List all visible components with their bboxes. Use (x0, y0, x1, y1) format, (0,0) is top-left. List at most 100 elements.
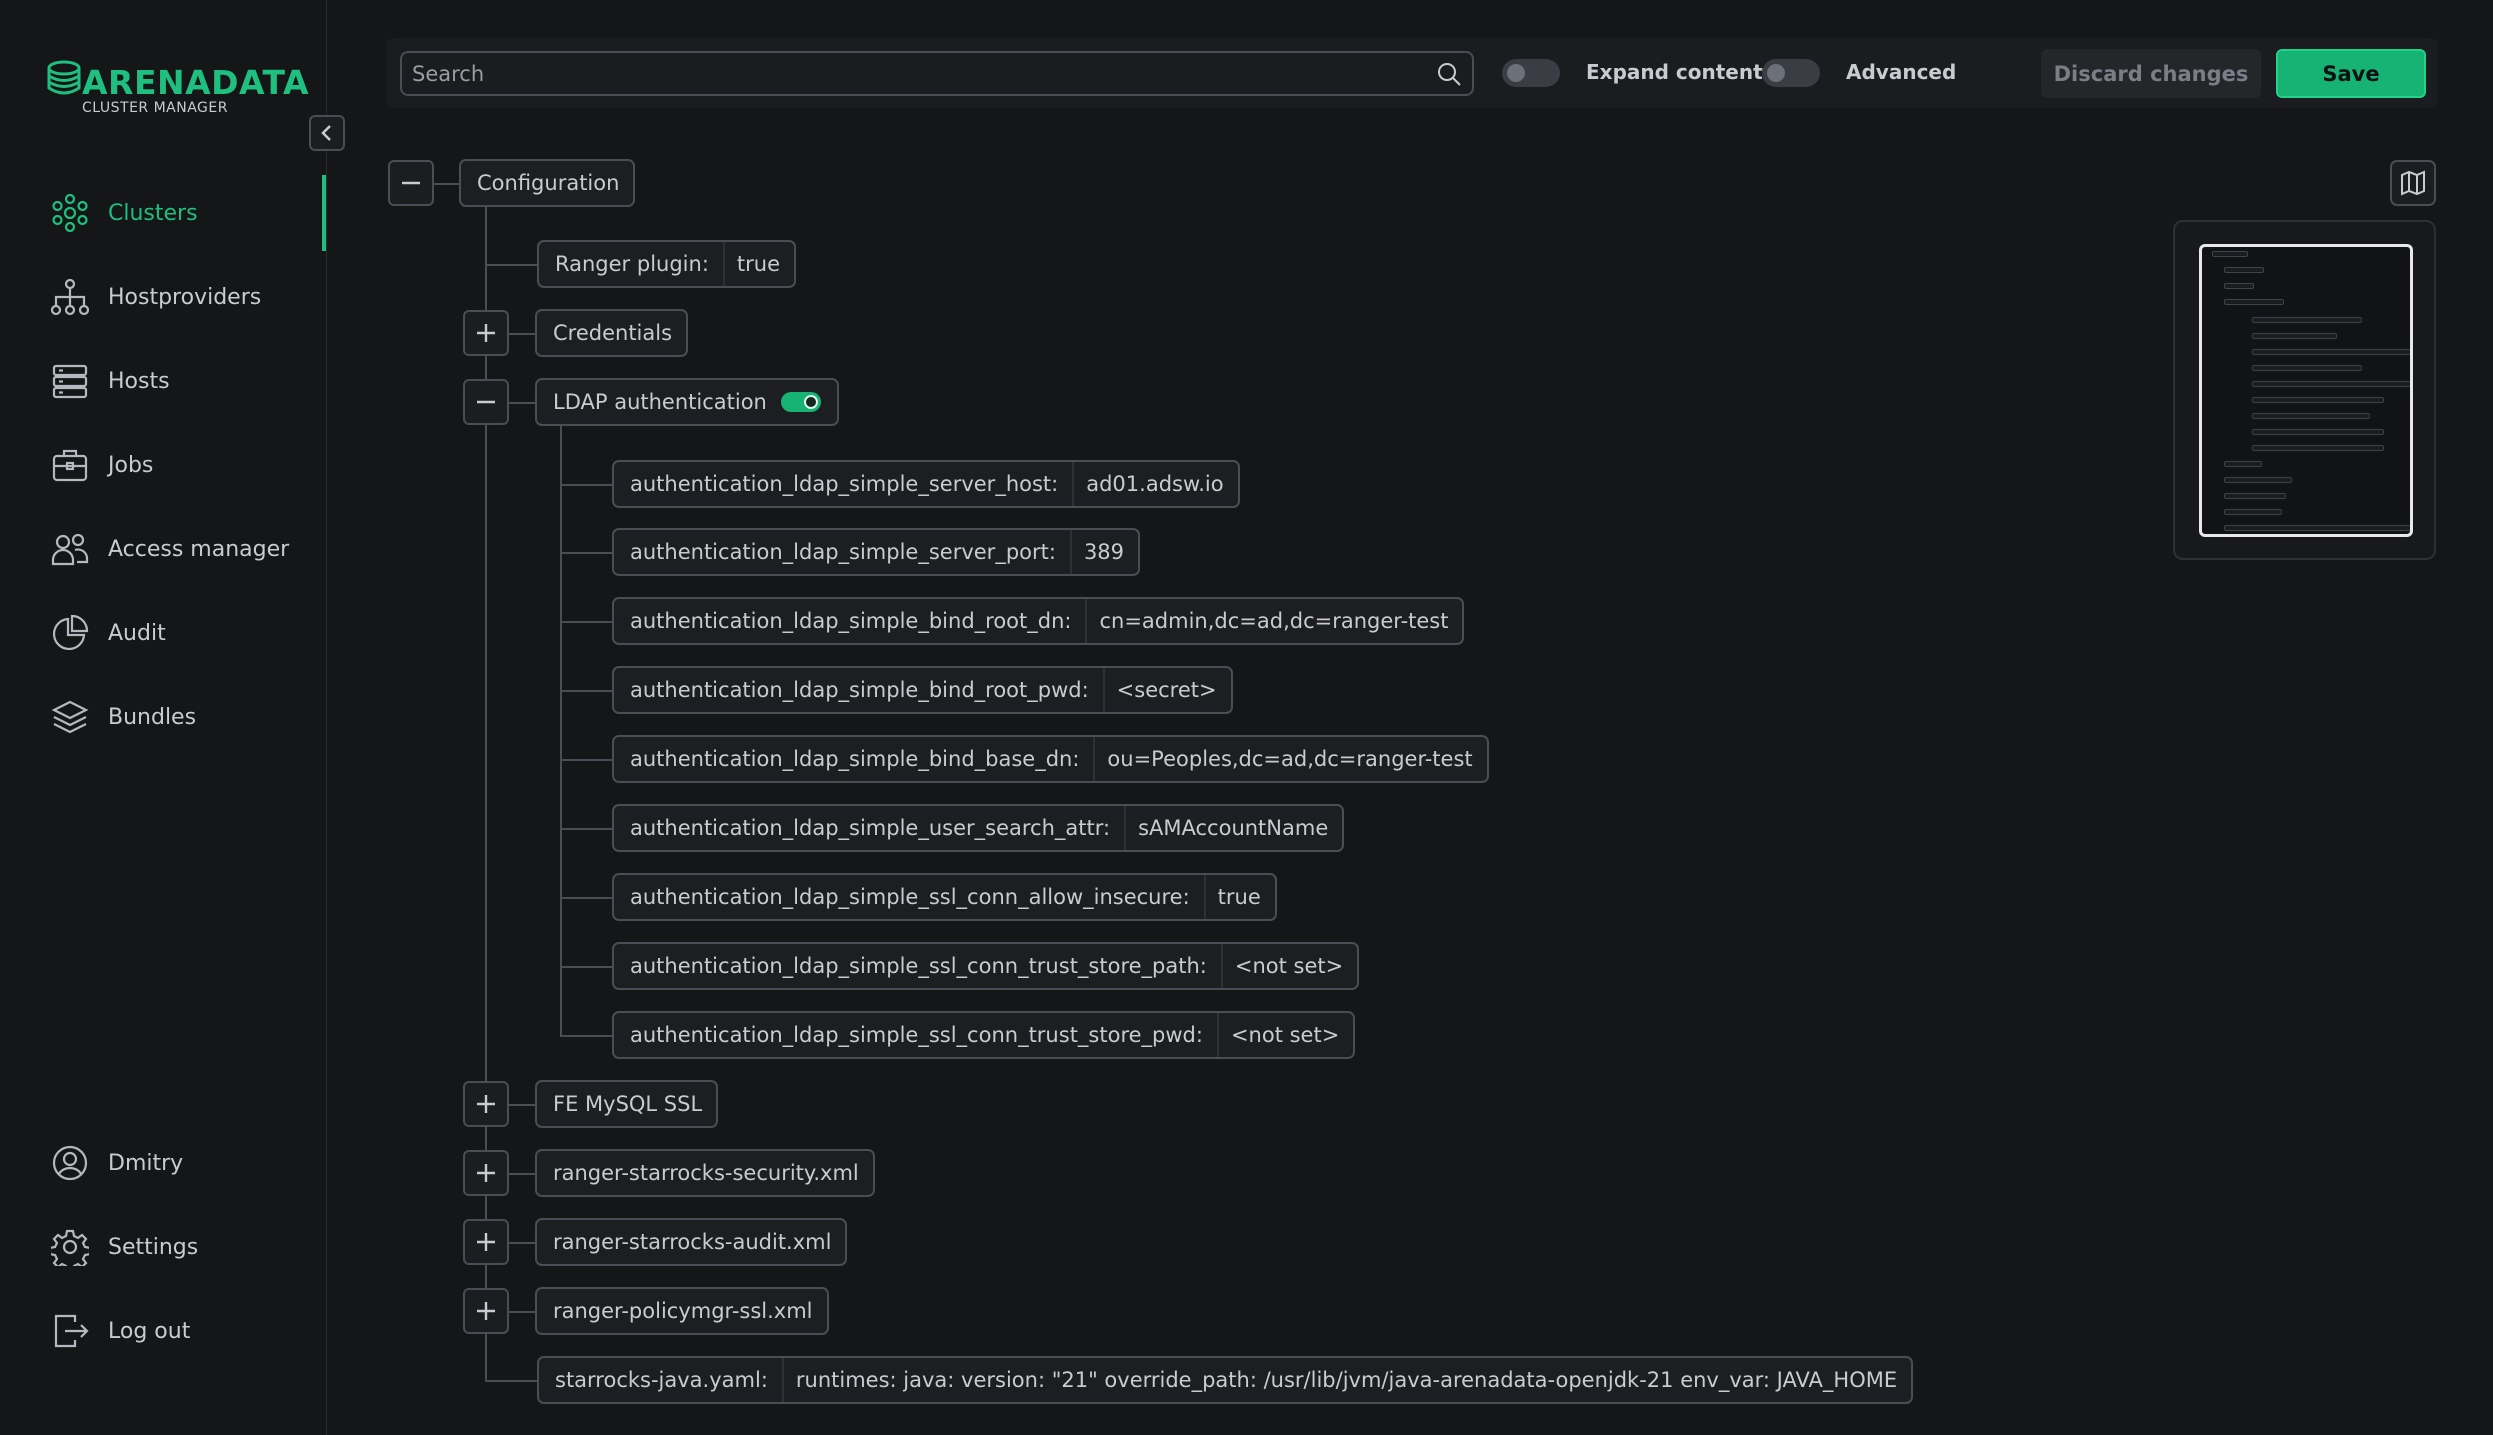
minimap-node (2252, 397, 2384, 403)
connector (560, 759, 614, 761)
minimap-node (2224, 267, 2264, 273)
node-ranger-starrocks-security[interactable]: ranger-starrocks-security.xml (535, 1149, 875, 1197)
minimap-node (2252, 365, 2362, 371)
expand-credentials-button[interactable] (463, 310, 509, 356)
expand-content-toggle[interactable] (1502, 59, 1560, 87)
hostproviders-icon (50, 277, 90, 317)
field-ldap-bind-root-pwd[interactable]: authentication_ldap_simple_bind_root_pwd… (612, 666, 1233, 714)
nav-label-audit: Audit (108, 620, 166, 646)
nav-label-logout: Log out (108, 1318, 191, 1344)
node-fe-mysql-ssl[interactable]: FE MySQL SSL (535, 1080, 719, 1128)
discard-changes-button[interactable]: Discard changes (2041, 49, 2261, 98)
field-ldap-server-port[interactable]: authentication_ldap_simple_server_port: … (612, 528, 1141, 576)
connector (509, 402, 537, 404)
toggle-knob (803, 395, 818, 409)
node-credentials[interactable]: Credentials (535, 309, 689, 357)
field-ldap-bind-base-dn[interactable]: authentication_ldap_simple_bind_base_dn:… (612, 735, 1489, 783)
expand-ranger-policymgr-button[interactable] (463, 1288, 509, 1334)
audit-icon (50, 613, 90, 653)
connector (434, 183, 460, 185)
field-ldap-ssl-trust-store-path[interactable]: authentication_ldap_simple_ssl_conn_trus… (612, 942, 1360, 990)
ldap-enabled-toggle[interactable] (780, 392, 821, 412)
nav-item-bundles[interactable]: Bundles (50, 697, 196, 737)
node-label: Credentials (553, 321, 673, 345)
field-value: sAMAccountName (1124, 806, 1342, 850)
field-ldap-ssl-allow-insecure[interactable]: authentication_ldap_simple_ssl_conn_allo… (612, 873, 1277, 921)
nav-item-audit[interactable]: Audit (50, 613, 166, 653)
bundles-icon (50, 697, 90, 737)
field-ldap-ssl-trust-store-pwd[interactable]: authentication_ldap_simple_ssl_conn_trus… (612, 1011, 1356, 1059)
connector (560, 484, 614, 486)
minimap-node (2252, 429, 2384, 435)
minimap (2173, 220, 2436, 560)
field-ldap-server-host[interactable]: authentication_ldap_simple_server_host: … (612, 460, 1240, 508)
nav-label-user: Dmitry (108, 1150, 184, 1176)
field-value: cn=admin,dc=ad,dc=ranger-test (1085, 599, 1462, 643)
field-value: ad01.adsw.io (1072, 462, 1237, 506)
field-key: authentication_ldap_simple_bind_base_dn: (630, 747, 1080, 771)
node-ldap-authentication[interactable]: LDAP authentication (535, 378, 839, 426)
plus-icon (477, 1233, 495, 1251)
chevron-left-icon (321, 125, 331, 141)
minimap-node (2252, 349, 2410, 355)
nav-item-hosts[interactable]: Hosts (50, 361, 170, 401)
advanced-label: Advanced (1846, 60, 1957, 84)
collapse-configuration-button[interactable] (388, 160, 434, 206)
node-label: Configuration (477, 171, 620, 195)
node-ranger-starrocks-audit[interactable]: ranger-starrocks-audit.xml (535, 1218, 848, 1266)
field-ldap-bind-root-dn[interactable]: authentication_ldap_simple_bind_root_dn:… (612, 597, 1465, 645)
nav-item-jobs[interactable]: Jobs (50, 445, 153, 485)
save-button[interactable]: Save (2276, 49, 2426, 98)
collapse-sidebar-button[interactable] (309, 115, 345, 151)
nav-label-settings: Settings (108, 1234, 199, 1260)
minimap-node (2252, 413, 2370, 419)
toolbar: Expand content Advanced Discard changes … (386, 38, 2438, 108)
search-input[interactable] (412, 53, 1412, 94)
nav-item-logout[interactable]: Log out (50, 1311, 190, 1351)
nav-label-bundles: Bundles (108, 704, 197, 730)
field-key: authentication_ldap_simple_bind_root_pwd… (630, 678, 1089, 702)
expand-ranger-security-button[interactable] (463, 1150, 509, 1196)
search-icon[interactable] (1436, 61, 1462, 87)
collapse-ldap-button[interactable] (463, 379, 509, 425)
nav-label-hostproviders: Hostproviders (108, 284, 262, 310)
minimap-node (2224, 477, 2292, 483)
minimap-toggle-button[interactable] (2390, 160, 2436, 206)
nav-item-user[interactable]: Dmitry (50, 1143, 183, 1183)
toggle-knob (1767, 64, 1785, 82)
minimap-node (2252, 317, 2362, 323)
expand-ranger-audit-button[interactable] (463, 1219, 509, 1265)
connector (560, 426, 562, 1036)
app-logo[interactable]: ARENADATA CLUSTER MANAGER (46, 60, 309, 120)
field-key: authentication_ldap_simple_server_port: (630, 540, 1056, 564)
user-icon (50, 1143, 90, 1183)
field-value: true (722, 242, 794, 286)
advanced-toggle[interactable] (1762, 59, 1820, 87)
search-box (400, 51, 1474, 96)
field-key: authentication_ldap_simple_bind_root_dn: (630, 609, 1072, 633)
map-icon (2401, 170, 2425, 196)
minimap-viewport[interactable] (2199, 244, 2413, 537)
minimap-node (2252, 333, 2337, 339)
minimap-node (2224, 283, 2254, 289)
node-configuration[interactable]: Configuration (459, 159, 636, 207)
plus-icon (477, 1095, 495, 1113)
nav-item-settings[interactable]: Settings (50, 1227, 198, 1267)
expand-fe-mysql-ssl-button[interactable] (463, 1081, 509, 1127)
field-starrocks-java-yaml[interactable]: starrocks-java.yaml: runtimes: java: ver… (537, 1356, 1914, 1404)
node-ranger-policymgr-ssl[interactable]: ranger-policymgr-ssl.xml (535, 1287, 829, 1335)
node-label: ranger-starrocks-audit.xml (553, 1230, 832, 1254)
nav-item-hostproviders[interactable]: Hostproviders (50, 277, 261, 317)
nav-item-clusters[interactable]: Clusters (50, 193, 198, 233)
minus-icon (402, 181, 420, 185)
connector (560, 621, 614, 623)
nav-label-jobs: Jobs (108, 452, 154, 478)
connector (509, 1173, 537, 1175)
nav-label-access-manager: Access manager (108, 536, 290, 562)
connector (509, 333, 537, 335)
hosts-icon (50, 361, 90, 401)
connector (509, 1104, 537, 1106)
nav-item-access-manager[interactable]: Access manager (50, 529, 289, 569)
field-ranger-plugin[interactable]: Ranger plugin: true (537, 240, 796, 288)
field-ldap-user-search-attr[interactable]: authentication_ldap_simple_user_search_a… (612, 804, 1345, 852)
